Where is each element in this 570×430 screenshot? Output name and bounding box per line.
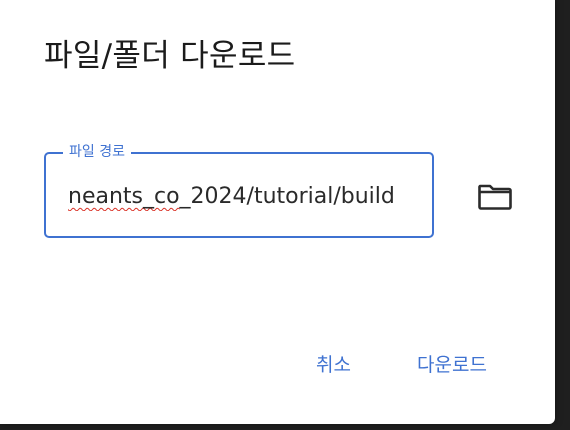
misspelled-segment: neants_co [68,184,180,209]
download-dialog: 파일/폴더 다운로드 파일 경로 neants_co_2024/tutorial… [0,0,555,424]
dialog-title: 파일/폴더 다운로드 [44,38,296,74]
browse-folder-button[interactable] [476,180,514,214]
folder-icon [478,184,512,210]
file-path-input[interactable]: neants_co_2024/tutorial/build [68,183,416,211]
file-path-label: 파일 경로 [63,143,131,161]
download-button[interactable]: 다운로드 [417,350,487,377]
cancel-button[interactable]: 취소 [316,350,351,377]
file-path-field[interactable]: 파일 경로 neants_co_2024/tutorial/build [44,143,434,238]
path-rest: _2024/tutorial/build [179,184,395,209]
